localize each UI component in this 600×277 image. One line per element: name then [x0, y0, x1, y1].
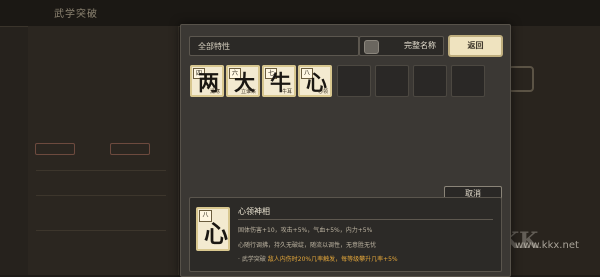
trait-card-3[interactable]: 七 牛 牛耳	[262, 65, 296, 97]
background-tag-1	[35, 143, 75, 155]
background-divider-2	[36, 195, 166, 196]
detail-card-glyph: 心	[204, 219, 228, 248]
trait-detail-panel: 八 心 心领神相 固体伤害+10，攻击+5%，气血+5%，内力+5% 心随行调拂…	[189, 197, 502, 272]
trait-effect-line: · 武学突破 敌人内伤时20%几率触发，每等级攀升几率+5%	[238, 254, 398, 263]
trait-stats-line: 固体伤害+10，攻击+5%，气血+5%，内力+5%	[238, 227, 373, 234]
empty-trait-slot[interactable]	[375, 65, 409, 97]
trait-filter-dropdown[interactable]: 全部特性	[189, 36, 359, 56]
trait-card-4[interactable]: 八 心 心领	[298, 65, 332, 97]
empty-trait-slot[interactable]	[451, 65, 485, 97]
trait-desc-line: 心随行调拂，持久无破绽，随流以调性，无意胜无忧	[238, 242, 377, 249]
trait-card-caption: 心领	[317, 89, 328, 95]
background-divider-1	[36, 170, 166, 171]
full-name-checkbox[interactable]	[364, 40, 379, 54]
trait-card-caption: 牛耳	[281, 89, 292, 95]
full-name-label: 完整名称	[404, 41, 436, 50]
trait-card-caption: 立谁来	[240, 89, 256, 95]
background-divider-3	[36, 230, 166, 231]
background-tag-2	[110, 143, 150, 155]
full-name-toggle[interactable]: 完整名称	[359, 36, 444, 56]
trait-card-1[interactable]: 四 两 清寒	[190, 65, 224, 97]
return-button[interactable]: 返回	[448, 35, 503, 57]
trait-effect-prefix: · 武学突破	[238, 256, 266, 263]
trait-name: 心领神相	[238, 207, 270, 216]
background-badge-icon	[508, 66, 534, 92]
background-title: 武学突破	[54, 9, 98, 20]
detail-divider	[238, 219, 493, 220]
empty-trait-slot[interactable]	[413, 65, 447, 97]
detail-trait-card: 八 心	[196, 207, 230, 251]
background-top-bar: 武学突破	[0, 0, 600, 27]
trait-card-2[interactable]: 六 大 立谁来	[226, 65, 260, 97]
watermark-text: www.kkx.net	[515, 240, 579, 251]
trait-select-modal: 全部特性 完整名称 返回 四 两 清寒 六 大 立谁来 七 牛 牛耳 八 心 心…	[180, 24, 511, 277]
empty-trait-slot[interactable]	[337, 65, 371, 97]
trait-effect-highlight: 敌人内伤时20%几率触发，每等级攀升几率+5%	[267, 256, 398, 263]
trait-card-caption: 清寒	[209, 89, 220, 95]
